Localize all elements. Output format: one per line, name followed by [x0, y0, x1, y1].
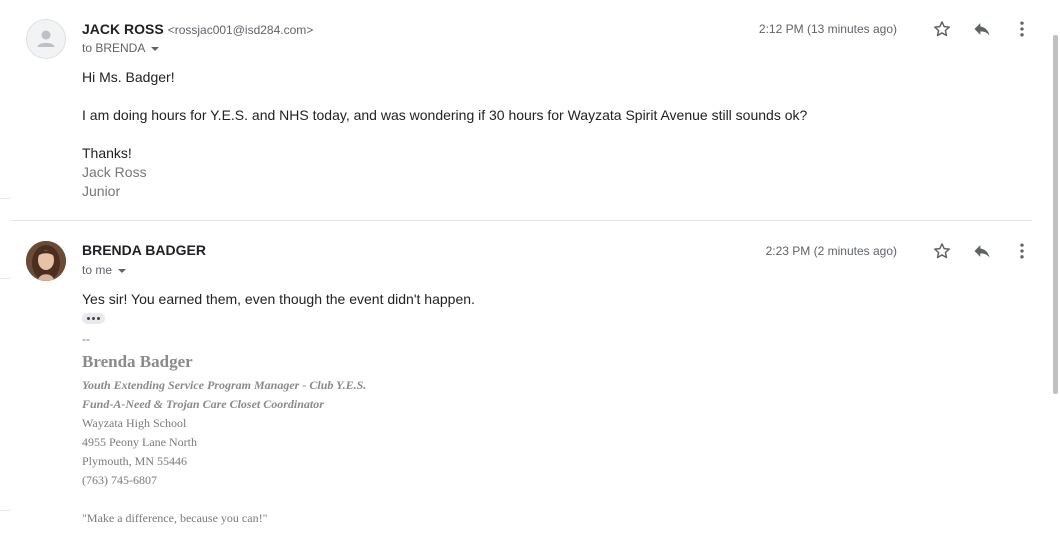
message-brenda-badger: BRENDA BADGER to me 2:23 PM (2 minutes a… — [0, 0, 1045, 534]
chevron-down-icon — [118, 268, 127, 273]
signature-title-1: Youth Extending Service Program Manager … — [82, 378, 367, 392]
signature-title-2: Fund-A-Need & Trojan Care Closet Coordin… — [82, 397, 324, 411]
dot — [97, 317, 100, 320]
sender-avatar[interactable] — [26, 241, 66, 281]
sender-name[interactable]: BRENDA BADGER — [82, 242, 206, 258]
reply-icon — [974, 245, 990, 258]
more-vert-icon — [1020, 243, 1024, 259]
dot — [87, 317, 90, 320]
star-button[interactable] — [930, 239, 954, 263]
scrollbar-thumb[interactable] — [1053, 35, 1058, 394]
recipients-toggle[interactable]: to me — [82, 263, 127, 277]
dot — [92, 317, 95, 320]
show-trimmed-content-button[interactable] — [82, 313, 105, 324]
signature-city: Plymouth, MN 55446 — [82, 454, 188, 468]
signature-name: Brenda Badger — [82, 352, 193, 371]
message-timestamp: 2:23 PM (2 minutes ago) — [765, 244, 897, 258]
signature-address: 4955 Peony Lane North — [82, 435, 197, 449]
signature-quote: "Make a difference, because you can!" — [82, 511, 268, 525]
reply-button[interactable] — [970, 239, 994, 263]
message-body: Yes sir! You earned them, even though th… — [82, 291, 475, 307]
signature-school: Wayzata High School — [82, 416, 187, 430]
signature-phone: (763) 745-6807 — [82, 473, 157, 487]
signature-separator: -- — [82, 332, 90, 346]
more-options-button[interactable] — [1010, 239, 1034, 263]
recipients-label: to me — [82, 263, 113, 277]
profile-photo-icon — [26, 241, 66, 281]
star-icon — [934, 243, 950, 259]
